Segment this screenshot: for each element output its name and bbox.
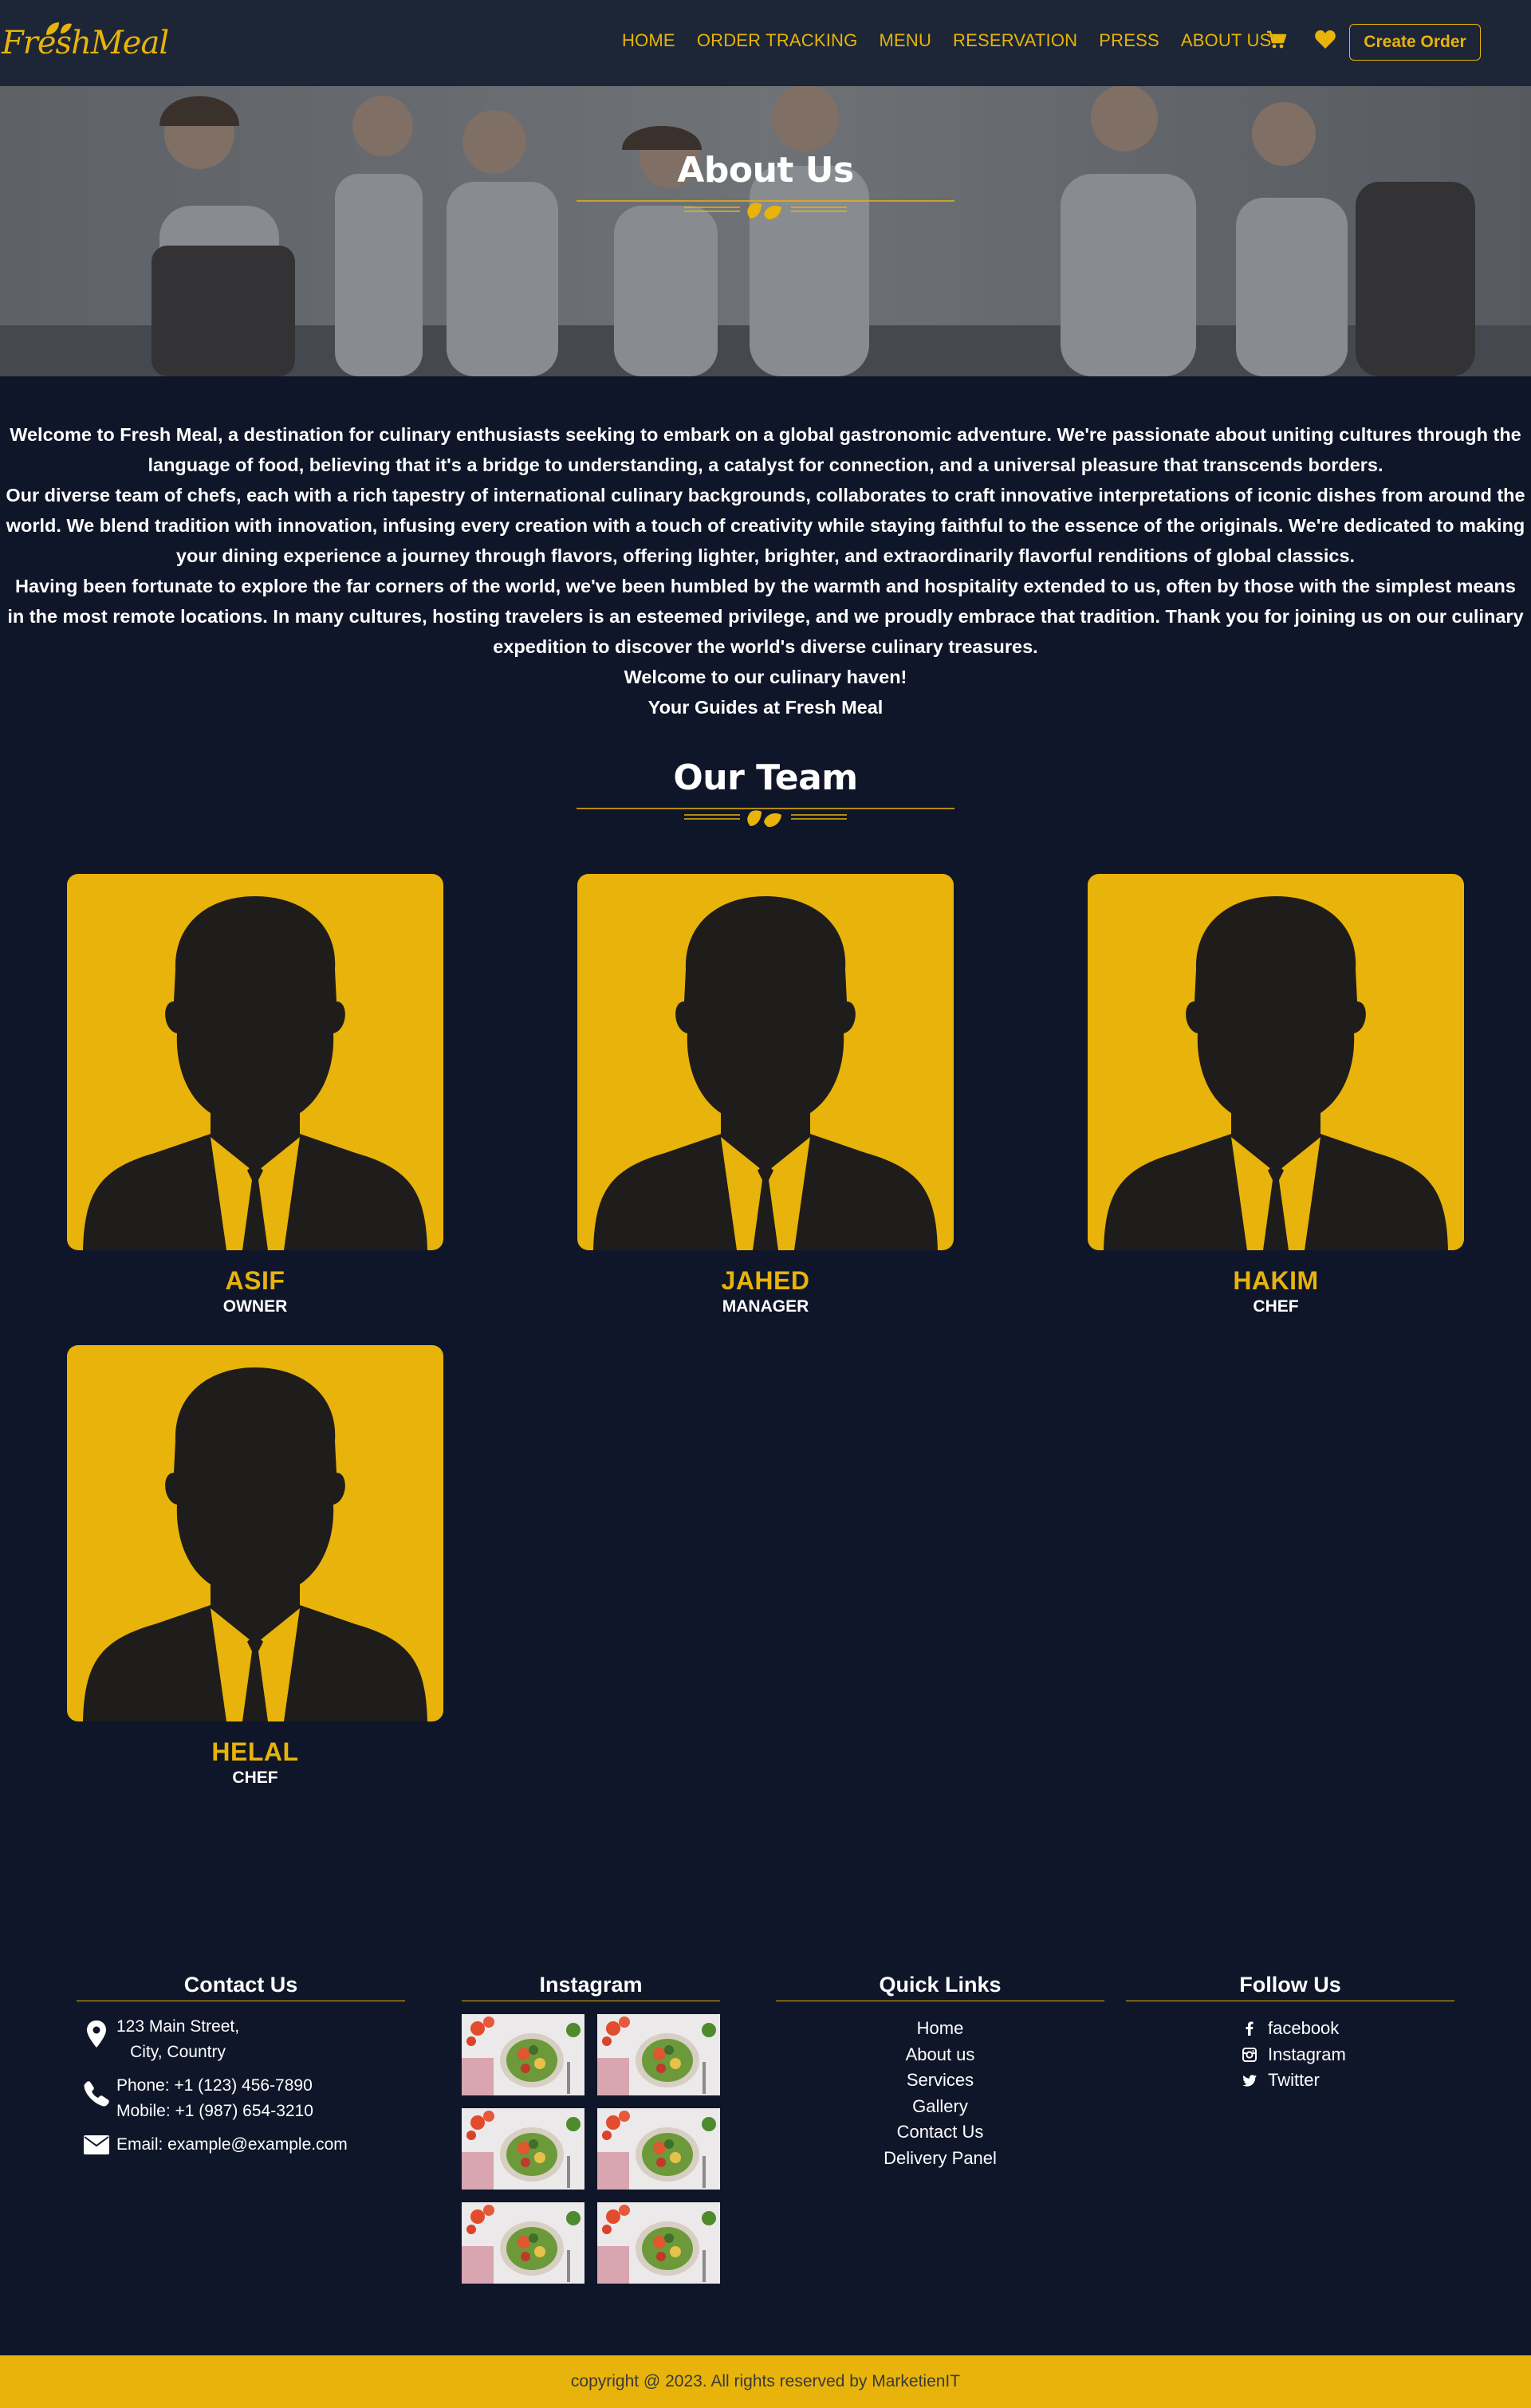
member-name: HAKIM (1233, 1266, 1319, 1295)
instagram-thumbnail[interactable] (462, 2202, 584, 2284)
social-links: facebook Instagram Twitter (1126, 2016, 1454, 2094)
footer-instagram: Instagram (462, 1973, 720, 2284)
avatar (67, 874, 443, 1250)
team-member-card: ASIF OWNER (67, 874, 443, 1316)
quick-links-heading: Quick Links (776, 1973, 1104, 2001)
instagram-thumbnail[interactable] (597, 2202, 720, 2284)
instagram-thumbnail[interactable] (462, 2108, 584, 2190)
social-link-facebook[interactable]: facebook (1239, 2016, 1454, 2042)
member-role: CHEF (232, 1769, 278, 1787)
social-link-twitter[interactable]: Twitter (1239, 2068, 1454, 2094)
phone-number: Phone: +1 (123) 456-7890 (116, 2076, 313, 2095)
member-role: OWNER (222, 1297, 288, 1316)
logo[interactable]: FreshMeal (2, 18, 169, 69)
quick-link-about[interactable]: About us (776, 2042, 1104, 2068)
instagram-heading: Instagram (462, 1973, 720, 2001)
quick-link-services[interactable]: Services (776, 2068, 1104, 2094)
social-label: Twitter (1268, 2070, 1320, 2090)
twitter-icon (1239, 2075, 1260, 2087)
hero-banner: About Us (0, 86, 1531, 376)
social-label: Instagram (1268, 2044, 1346, 2064)
nav-order-tracking[interactable]: ORDER TRACKING (697, 30, 858, 51)
about-text: Welcome to Fresh Meal, a destination for… (0, 419, 1531, 722)
footer-contact: Contact Us 123 Main Street, City, Countr… (77, 1973, 405, 2158)
about-paragraph: Welcome to our culinary haven! (624, 667, 907, 687)
instagram-icon (1239, 2047, 1260, 2062)
nav-about-us[interactable]: ABOUT US (1181, 30, 1272, 51)
social-link-instagram[interactable]: Instagram (1239, 2042, 1454, 2068)
about-paragraph: Our diverse team of chefs, each with a r… (6, 485, 1525, 566)
quick-link-contact[interactable]: Contact Us (776, 2119, 1104, 2146)
member-role: CHEF (1253, 1297, 1299, 1316)
address-line-1: 123 Main Street, (116, 2017, 240, 2036)
footer-follow: Follow Us facebook Instagram Twitter (1126, 1973, 1454, 2094)
avatar (1088, 874, 1464, 1250)
social-label: facebook (1268, 2018, 1340, 2038)
team-member-card: HAKIM CHEF (1088, 874, 1464, 1316)
avatar (67, 1345, 443, 1721)
team-divider-leaf-icon (577, 808, 954, 828)
member-role: MANAGER (722, 1297, 809, 1316)
title-divider-leaf-icon (577, 200, 954, 220)
contact-heading: Contact Us (77, 1973, 405, 2001)
logo-text: FreshMeal (2, 25, 169, 61)
nav-press[interactable]: PRESS (1099, 30, 1159, 51)
avatar (577, 874, 954, 1250)
leaf-logo-icon (46, 22, 72, 35)
envelope-icon (77, 2132, 116, 2154)
footer-quick-links: Quick Links Home About us Services Galle… (776, 1973, 1104, 2171)
instagram-thumbnail[interactable] (597, 2014, 720, 2095)
member-name: JAHED (721, 1266, 810, 1295)
page-title: About Us (677, 150, 854, 191)
about-paragraph: Welcome to Fresh Meal, a destination for… (10, 424, 1521, 475)
team-member-card: HELAL CHEF (67, 1345, 443, 1788)
address-line-2: City, Country (130, 2043, 226, 2061)
instagram-grid (462, 2014, 720, 2284)
contact-email: Email: example@example.com (77, 2132, 405, 2158)
copyright-bar: copyright @ 2023. All rights reserved by… (0, 2355, 1531, 2408)
member-name: ASIF (225, 1266, 285, 1295)
quick-link-delivery-panel[interactable]: Delivery Panel (776, 2146, 1104, 2172)
facebook-icon (1239, 2021, 1260, 2036)
cart-icon[interactable] (1266, 30, 1287, 53)
quick-link-gallery[interactable]: Gallery (776, 2094, 1104, 2120)
phone-icon (77, 2073, 116, 2107)
hero-overlay (0, 86, 1531, 376)
nav-menu[interactable]: MENU (879, 30, 931, 51)
follow-heading: Follow Us (1126, 1973, 1454, 2001)
team-member-card: JAHED MANAGER (577, 874, 954, 1316)
nav-reservation[interactable]: RESERVATION (953, 30, 1077, 51)
mobile-number: Mobile: +1 (987) 654-3210 (116, 2102, 313, 2120)
location-pin-icon (77, 2014, 116, 2048)
about-signature: Your Guides at Fresh Meal (647, 697, 884, 718)
contact-address: 123 Main Street, City, Country (77, 2014, 405, 2065)
create-order-button[interactable]: Create Order (1349, 24, 1481, 61)
main-nav: HOME ORDER TRACKING MENU RESERVATION PRE… (622, 30, 1293, 51)
navbar: FreshMeal HOME ORDER TRACKING MENU RESER… (0, 0, 1531, 86)
contact-phone: Phone: +1 (123) 456-7890 Mobile: +1 (987… (77, 2073, 405, 2124)
member-name: HELAL (211, 1737, 299, 1766)
email-address[interactable]: Email: example@example.com (116, 2132, 348, 2158)
heart-icon[interactable] (1314, 30, 1336, 53)
about-paragraph: Having been fortunate to explore the far… (7, 576, 1524, 657)
instagram-thumbnail[interactable] (462, 2014, 584, 2095)
instagram-thumbnail[interactable] (597, 2108, 720, 2190)
team-section-title: Our Team (673, 757, 858, 798)
quick-link-home[interactable]: Home (776, 2016, 1104, 2042)
quick-links-list: Home About us Services Gallery Contact U… (776, 2016, 1104, 2171)
nav-home[interactable]: HOME (622, 30, 675, 51)
